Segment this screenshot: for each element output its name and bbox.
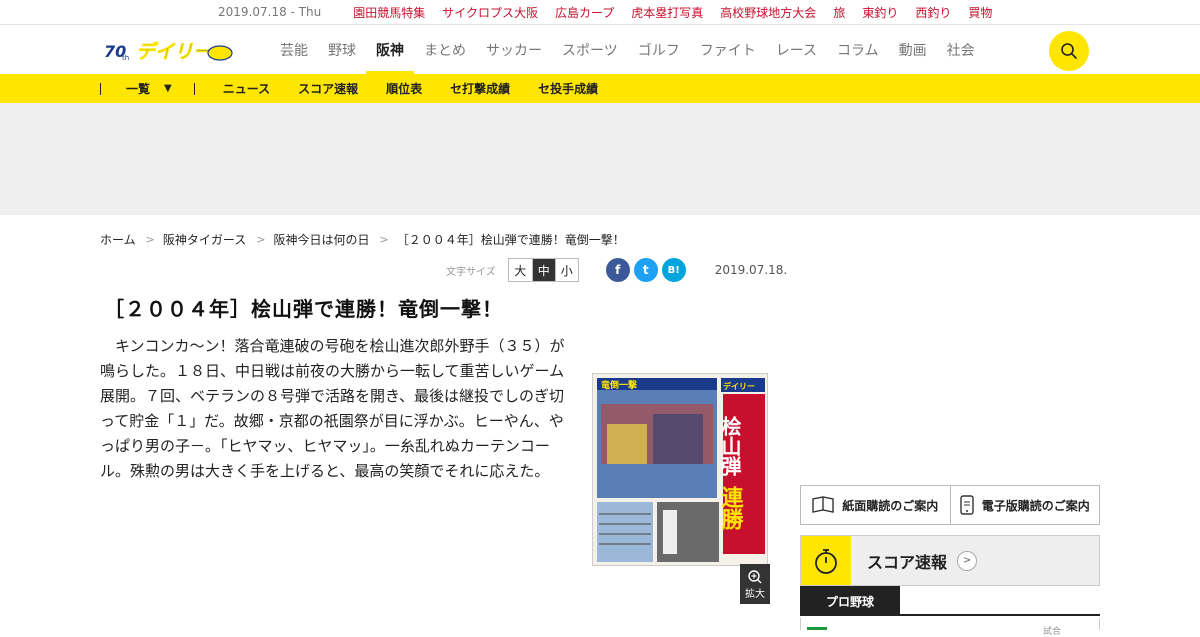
featured-link[interactable]: 高校野球地方大会 [720, 4, 816, 21]
sub-nav-standings[interactable]: 順位表 [386, 80, 422, 97]
sub-nav-score[interactable]: スコア速報 [298, 80, 358, 97]
breadcrumb-tigers[interactable]: 阪神タイガース [163, 231, 246, 248]
top-strip: 2019.07.18 - Thu 園田競馬特集 サイクロプス大阪 広島カープ 虎… [0, 0, 1200, 25]
breadcrumb-current: ［２００４年］桧山弾で連勝！竜倒一撃！ [396, 233, 625, 247]
nav-item-column[interactable]: コラム [837, 25, 879, 74]
font-size-switcher: 大 中 小 [507, 258, 579, 282]
ad-banner-area [0, 103, 1200, 215]
score-tabs: プロ野球 [800, 586, 1100, 616]
site-header: 70 th デイリー 芸能 野球 阪神 まとめ サッカー スポーツ ゴルフ ファ… [0, 25, 1200, 74]
sub-nav-pitching[interactable]: セ投手成績 [538, 80, 598, 97]
featured-link[interactable]: 西釣り [915, 4, 951, 21]
font-size-small-button[interactable]: 小 [554, 259, 578, 281]
zoom-label: 拡大 [745, 588, 765, 600]
share-buttons: f t B! [605, 258, 690, 282]
image-logo-text: デイリー [723, 381, 755, 391]
divider [100, 82, 101, 95]
facebook-icon[interactable]: f [605, 258, 630, 282]
score-row-text: 試合 [1043, 627, 1062, 637]
font-size-large-button[interactable]: 大 [509, 259, 532, 281]
nav-item-society[interactable]: 社会 [947, 25, 975, 74]
list-dropdown-label: 一覧 [126, 82, 151, 96]
search-icon [1061, 43, 1077, 59]
nav-item-hanshin[interactable]: 阪神 [366, 25, 414, 74]
score-title: スコア速報 [867, 552, 948, 572]
featured-link[interactable]: サイクロプス大阪 [442, 4, 538, 21]
svg-text:th: th [122, 54, 129, 62]
nav-item-golf[interactable]: ゴルフ [638, 25, 680, 74]
sub-nav: 一覧 ▼ ニュース スコア速報 順位表 セ打撃成績 セ投手成績 [0, 74, 1200, 103]
font-size-medium-button[interactable]: 中 [531, 259, 555, 281]
stopwatch-icon [801, 536, 851, 585]
hatena-bookmark-icon[interactable]: B! [661, 258, 686, 282]
main-nav: 芸能 野球 阪神 まとめ サッカー スポーツ ゴルフ ファイト レース コラム … [280, 25, 995, 74]
paper-subscription-link[interactable]: 紙面購読のご案内 [801, 486, 950, 524]
smartphone-icon [960, 495, 974, 515]
chevron-right-icon: > [256, 233, 266, 246]
featured-links: 園田競馬特集 サイクロプス大阪 広島カープ 虎本塁打写真 高校野球地方大会 旅 … [353, 4, 1009, 21]
tab-pro-baseball[interactable]: プロ野球 [800, 586, 900, 616]
publish-date: 2019.07.18. [714, 263, 788, 277]
featured-link[interactable]: 買物 [968, 4, 992, 21]
digital-subscription-label: 電子版購読のご案内 [981, 498, 1090, 513]
font-size-label: 文字サイズ [446, 266, 496, 278]
article-tools: 文字サイズ 大 中 小 f t B! 2019.07.18. [446, 258, 787, 282]
breadcrumb-today[interactable]: 阪神今日は何の日 [273, 231, 369, 248]
nav-item-baseball[interactable]: 野球 [328, 25, 356, 74]
paper-subscription-label: 紙面購読のご案内 [842, 498, 939, 513]
nav-item-soccer[interactable]: サッカー [486, 25, 542, 74]
nav-item-matome[interactable]: まとめ [424, 25, 466, 74]
breadcrumb: ホーム > 阪神タイガース > 阪神今日は何の日 > ［２００４年］桧山弾で連勝… [100, 231, 625, 248]
article-title: ［２００４年］桧山弾で連勝！竜倒一撃！ [104, 297, 503, 321]
list-dropdown[interactable]: 一覧 ▼ [126, 80, 172, 97]
search-button[interactable] [1049, 31, 1089, 71]
image-banner-text: 竜倒一撃 [601, 379, 637, 391]
zoom-button[interactable]: 拡大 [740, 564, 770, 604]
image-headline-2: 連勝 [718, 486, 744, 531]
digital-subscription-link[interactable]: 電子版購読のご案内 [949, 486, 1100, 524]
current-date: 2019.07.18 - Thu [218, 5, 322, 19]
newspaper-front-image[interactable]: 竜倒一撃 デイリー 桧山弾 連勝 [592, 373, 768, 566]
featured-link[interactable]: 園田競馬特集 [353, 4, 425, 21]
score-row: 試合 [800, 618, 1100, 637]
nav-item-fight[interactable]: ファイト [700, 25, 756, 74]
featured-link[interactable]: 旅 [833, 4, 845, 21]
featured-link[interactable]: 虎本塁打写真 [631, 4, 703, 21]
chevron-right-icon: > [379, 233, 389, 246]
svg-text:デイリー: デイリー [136, 41, 213, 63]
chevron-right-icon: > [145, 233, 155, 246]
image-headline-1: 桧山弾 [718, 415, 742, 477]
twitter-icon[interactable]: t [633, 258, 658, 282]
divider [193, 82, 195, 95]
featured-link[interactable]: 東釣り [862, 4, 898, 21]
score-widget-header[interactable]: スコア速報 > [800, 535, 1100, 586]
open-book-icon [812, 496, 834, 513]
featured-link[interactable]: 広島カープ [555, 4, 614, 21]
chevron-right-icon: > [957, 550, 978, 571]
nav-item-sports[interactable]: スポーツ [562, 25, 618, 74]
sub-nav-news[interactable]: ニュース [223, 80, 270, 97]
nav-item-race[interactable]: レース [776, 25, 817, 74]
triangle-down-icon: ▼ [164, 83, 172, 94]
nav-item-entertainment[interactable]: 芸能 [280, 25, 308, 74]
subscription-links: 紙面購読のご案内 電子版購読のご案内 [800, 485, 1100, 525]
sub-nav-items: ニュース スコア速報 順位表 セ打撃成績 セ投手成績 [223, 80, 626, 97]
nav-item-video[interactable]: 動画 [899, 25, 927, 74]
sub-nav-batting[interactable]: セ打撃成績 [450, 80, 510, 97]
daily-logo[interactable]: 70 th デイリー [104, 37, 234, 63]
article-body: キンコンカ～ン！落合竜連破の号砲を桧山進次郎外野手（３５）が鳴らした。１８日、中… [100, 337, 565, 480]
breadcrumb-home[interactable]: ホーム [100, 231, 136, 248]
zoom-in-icon [748, 569, 762, 583]
